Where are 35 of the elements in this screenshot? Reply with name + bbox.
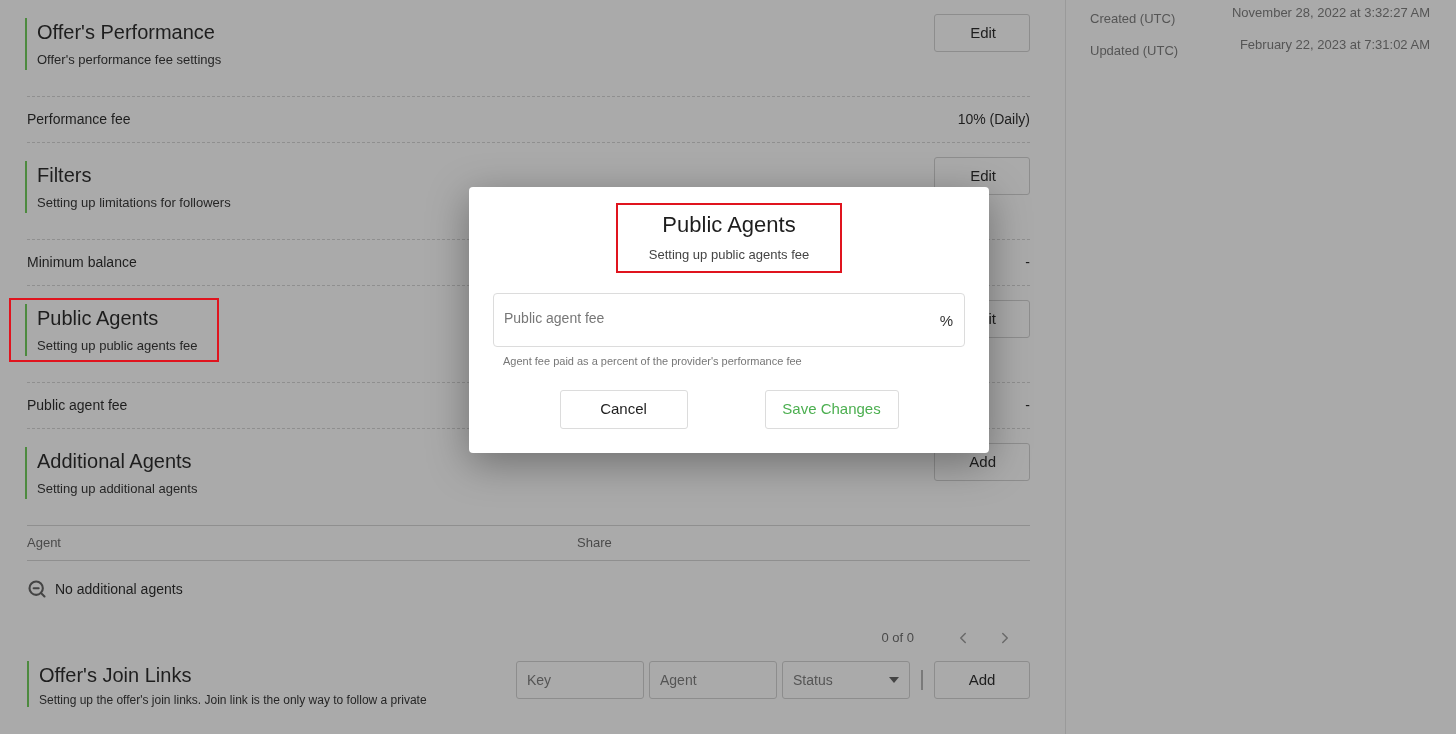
section-title: Filters [37, 163, 93, 187]
filter-field[interactable]: Key [516, 661, 644, 699]
field-value: 10% (Daily) [957, 110, 1030, 129]
section-subtitle: Setting up public agents fee [37, 338, 198, 354]
detail-label: Updated (UTC) [1090, 42, 1179, 60]
column-header: Agent [27, 534, 62, 553]
zoom-out-icon [27, 579, 47, 599]
modal-subtitle: Setting up public agents fee [648, 247, 810, 263]
field-label: Public agent fee [27, 396, 128, 415]
dropdown-caret-icon [889, 677, 899, 683]
detail-value: February 22, 2023 at 7:31:02 AM [1238, 36, 1430, 54]
section-title: Offer's Join Links [39, 663, 193, 687]
detail-label: Created (UTC) [1090, 10, 1176, 28]
cancel-button[interactable]: Cancel [559, 389, 688, 429]
field-label: Minimum balance [27, 253, 137, 272]
empty-message: No additional agents [55, 579, 183, 599]
field-hint: Agent fee paid as a percent of the provider's performance fee [503, 354, 802, 369]
section-subtitle: Setting up limitations for followers [37, 195, 231, 211]
section-title: Public Agents [37, 306, 160, 330]
section-subtitle: Setting up additional agents [37, 481, 198, 497]
section-subtitle: Offer's performance fee settings [37, 52, 222, 68]
percent-suffix: % [939, 312, 953, 330]
field-value: - [1025, 396, 1030, 415]
modal-title: Public Agents [662, 211, 796, 239]
section-title: Additional Agents [37, 449, 193, 473]
filter-field[interactable]: Agent [649, 661, 777, 699]
field-label: Performance fee [27, 110, 131, 129]
section-button[interactable]: Edit [934, 14, 1030, 52]
pagination-count: 0 of 0 [881, 629, 914, 648]
section-subtitle: Setting up the offer's join links. Join link is the only way to follow a private [39, 693, 427, 707]
add-button[interactable]: Add [934, 661, 1030, 699]
detail-value: November 28, 2022 at 3:32:27 AM [1231, 4, 1430, 22]
section-title: Offer's Performance [37, 20, 216, 44]
field-value: - [1025, 253, 1030, 272]
column-header: Share [577, 534, 613, 553]
